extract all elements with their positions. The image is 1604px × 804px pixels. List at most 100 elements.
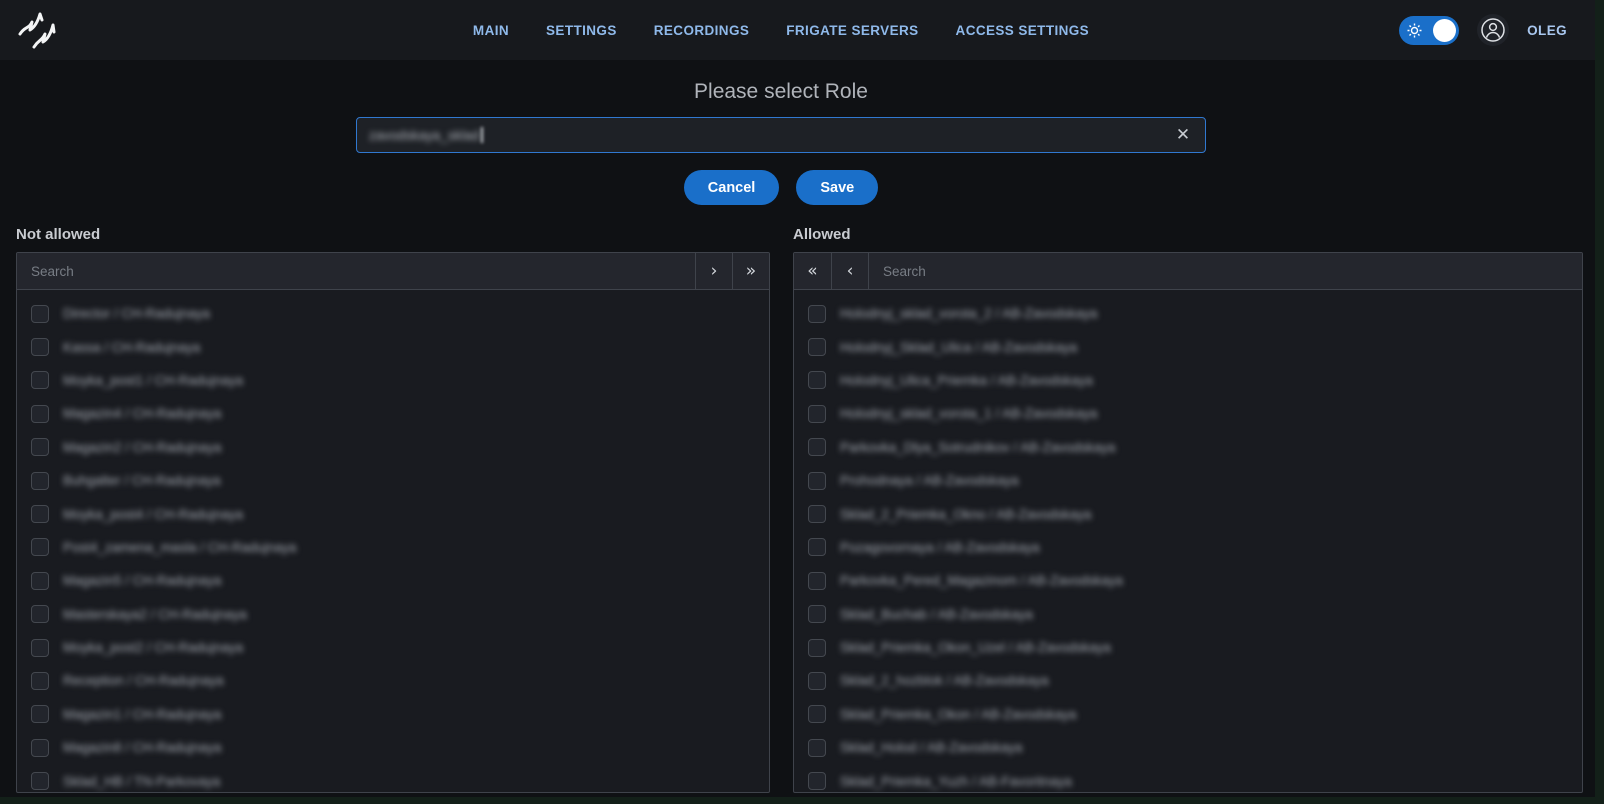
item-checkbox[interactable] — [808, 639, 826, 657]
horizontal-scrollbar[interactable] — [0, 797, 1604, 804]
move-right-icon[interactable]: › — [695, 253, 732, 289]
list-item[interactable]: Prohodnaya / AB-Zavodskaya — [794, 464, 1582, 497]
item-label: Pozagovornaya / AB-Zavodskaya — [840, 540, 1040, 555]
item-checkbox[interactable] — [808, 605, 826, 623]
list-item[interactable]: Sklad_2_hozblok / AB-Zavodskaya — [794, 664, 1582, 697]
list-item[interactable]: Moyka_post1 / CH-Radujnaya — [17, 364, 769, 397]
allowed-search-input[interactable] — [868, 253, 1582, 289]
item-checkbox[interactable] — [31, 438, 49, 456]
list-item[interactable]: Post4_zamena_masla / CH-Radujnaya — [17, 531, 769, 564]
item-label: Sklad_HB / TN-Parkovaya — [63, 774, 220, 789]
item-label: Sklad_Priemka_Okon / AB-Zavodskaya — [840, 707, 1076, 722]
user-name[interactable]: OLEG — [1527, 23, 1567, 38]
list-item[interactable]: Moyka_post2 / CH-Radujnaya — [17, 631, 769, 664]
item-label: Sklad_Holod / AB-Zavodskaya — [840, 740, 1022, 755]
list-item[interactable]: Reception / CH-Radujnaya — [17, 664, 769, 697]
nav-access-settings[interactable]: ACCESS SETTINGS — [956, 23, 1090, 38]
nav-settings[interactable]: SETTINGS — [546, 23, 617, 38]
list-item[interactable]: Magazin5 / CH-Radujnaya — [17, 564, 769, 597]
text-caret — [481, 127, 483, 143]
theme-toggle[interactable] — [1399, 16, 1459, 45]
move-all-right-icon[interactable]: » — [732, 253, 769, 289]
cancel-button[interactable]: Cancel — [684, 170, 780, 205]
item-label: Magazin1 / CH-Radujnaya — [63, 707, 221, 722]
item-label: Post4_zamena_masla / CH-Radujnaya — [63, 540, 296, 555]
list-item[interactable]: Sklad_Buchab / AB-Zavodskaya — [794, 598, 1582, 631]
move-all-left-icon[interactable]: « — [794, 253, 831, 289]
list-item[interactable]: Holodnyj_Sklad_Ulica / AB-Zavodskaya — [794, 330, 1582, 363]
list-item[interactable]: Magazin1 / CH-Radujnaya — [17, 698, 769, 731]
list-item[interactable]: Magazin4 / CH-Radujnaya — [17, 397, 769, 430]
list-item[interactable]: Masterskaya2 / CH-Radujnaya — [17, 598, 769, 631]
nav-frigate-servers[interactable]: FRIGATE SERVERS — [786, 23, 918, 38]
item-checkbox[interactable] — [808, 438, 826, 456]
allowed-list: Holodnyj_sklad_vorota_2 / AB-Zavodskaya … — [794, 290, 1582, 792]
topbar: MAIN SETTINGS RECORDINGS FRIGATE SERVERS… — [0, 0, 1595, 60]
item-checkbox[interactable] — [31, 405, 49, 423]
role-input[interactable]: zavodskaya_sklad ✕ — [356, 117, 1206, 153]
item-label: Sklad_Priemka_Okon_Uzel / AB-Zavodskaya — [840, 640, 1111, 655]
item-label: Moyka_post2 / CH-Radujnaya — [63, 640, 243, 655]
list-item[interactable]: Magazin8 / CH-Radujnaya — [17, 731, 769, 764]
item-label: Holodnyj_Ulica_Priemka / AB-Zavodskaya — [840, 373, 1093, 388]
sun-icon — [1407, 23, 1422, 38]
item-checkbox[interactable] — [31, 739, 49, 757]
item-checkbox[interactable] — [808, 672, 826, 690]
item-label: Parkovka_Pered_Magazinom / AB-Zavodskaya — [840, 573, 1123, 588]
item-checkbox[interactable] — [31, 338, 49, 356]
list-item[interactable]: Pozagovornaya / AB-Zavodskaya — [794, 531, 1582, 564]
item-checkbox[interactable] — [808, 338, 826, 356]
list-item[interactable]: Sklad_2_Priemka_Okno / AB-Zavodskaya — [794, 497, 1582, 530]
clear-input-icon[interactable]: ✕ — [1169, 118, 1197, 152]
item-checkbox[interactable] — [808, 505, 826, 523]
save-button[interactable]: Save — [796, 170, 878, 205]
list-item[interactable]: Magazin2 / CH-Radujnaya — [17, 431, 769, 464]
list-item[interactable]: Kassa / CH-Radujnaya — [17, 330, 769, 363]
list-item[interactable]: Buhgalter / CH-Radujnaya — [17, 464, 769, 497]
nav-main[interactable]: MAIN — [473, 23, 509, 38]
list-item[interactable]: Holodnyj_sklad_vorota_1 / AB-Zavodskaya — [794, 397, 1582, 430]
item-checkbox[interactable] — [808, 472, 826, 490]
item-checkbox[interactable] — [31, 639, 49, 657]
list-item[interactable]: Moyka_post4 / CH-Radujnaya — [17, 497, 769, 530]
item-checkbox[interactable] — [31, 305, 49, 323]
list-item[interactable]: Parkovka_Dlya_Sotrudnikov / AB-Zavodskay… — [794, 431, 1582, 464]
item-label: Kassa / CH-Radujnaya — [63, 340, 200, 355]
item-checkbox[interactable] — [808, 538, 826, 556]
item-checkbox[interactable] — [31, 371, 49, 389]
item-checkbox[interactable] — [808, 572, 826, 590]
item-checkbox[interactable] — [31, 672, 49, 690]
item-label: Parkovka_Dlya_Sotrudnikov / AB-Zavodskay… — [840, 440, 1115, 455]
item-checkbox[interactable] — [808, 405, 826, 423]
list-item[interactable]: Sklad_Priemka_Yuzh / AB-Favoritnaya — [794, 764, 1582, 792]
list-item[interactable]: Sklad_HB / TN-Parkovaya — [17, 764, 769, 792]
item-checkbox[interactable] — [808, 305, 826, 323]
item-label: Holodnyj_sklad_vorota_1 / AB-Zavodskaya — [840, 406, 1097, 421]
nav-recordings[interactable]: RECORDINGS — [654, 23, 750, 38]
list-item[interactable]: Director / CH-Radujnaya — [17, 297, 769, 330]
item-checkbox[interactable] — [31, 505, 49, 523]
list-item[interactable]: Sklad_Priemka_Okon / AB-Zavodskaya — [794, 698, 1582, 731]
list-item[interactable]: Sklad_Holod / AB-Zavodskaya — [794, 731, 1582, 764]
item-label: Holodnyj_sklad_vorota_2 / AB-Zavodskaya — [840, 306, 1097, 321]
item-checkbox[interactable] — [31, 772, 49, 790]
item-checkbox[interactable] — [808, 739, 826, 757]
item-checkbox[interactable] — [808, 371, 826, 389]
item-checkbox[interactable] — [808, 772, 826, 790]
list-item[interactable]: Parkovka_Pered_Magazinom / AB-Zavodskaya — [794, 564, 1582, 597]
item-checkbox[interactable] — [31, 572, 49, 590]
item-checkbox[interactable] — [31, 605, 49, 623]
item-label: Masterskaya2 / CH-Radujnaya — [63, 607, 247, 622]
list-item[interactable]: Holodnyj_sklad_vorota_2 / AB-Zavodskaya — [794, 297, 1582, 330]
user-avatar-icon[interactable] — [1477, 14, 1509, 46]
not-allowed-search-input[interactable] — [17, 253, 695, 289]
item-label: Holodnyj_Sklad_Ulica / AB-Zavodskaya — [840, 340, 1077, 355]
item-checkbox[interactable] — [31, 472, 49, 490]
move-left-icon[interactable]: ‹ — [831, 253, 868, 289]
item-checkbox[interactable] — [31, 538, 49, 556]
list-item[interactable]: Holodnyj_Ulica_Priemka / AB-Zavodskaya — [794, 364, 1582, 397]
list-item[interactable]: Sklad_Priemka_Okon_Uzel / AB-Zavodskaya — [794, 631, 1582, 664]
item-checkbox[interactable] — [808, 705, 826, 723]
item-checkbox[interactable] — [31, 705, 49, 723]
vertical-scrollbar[interactable] — [1595, 0, 1604, 804]
